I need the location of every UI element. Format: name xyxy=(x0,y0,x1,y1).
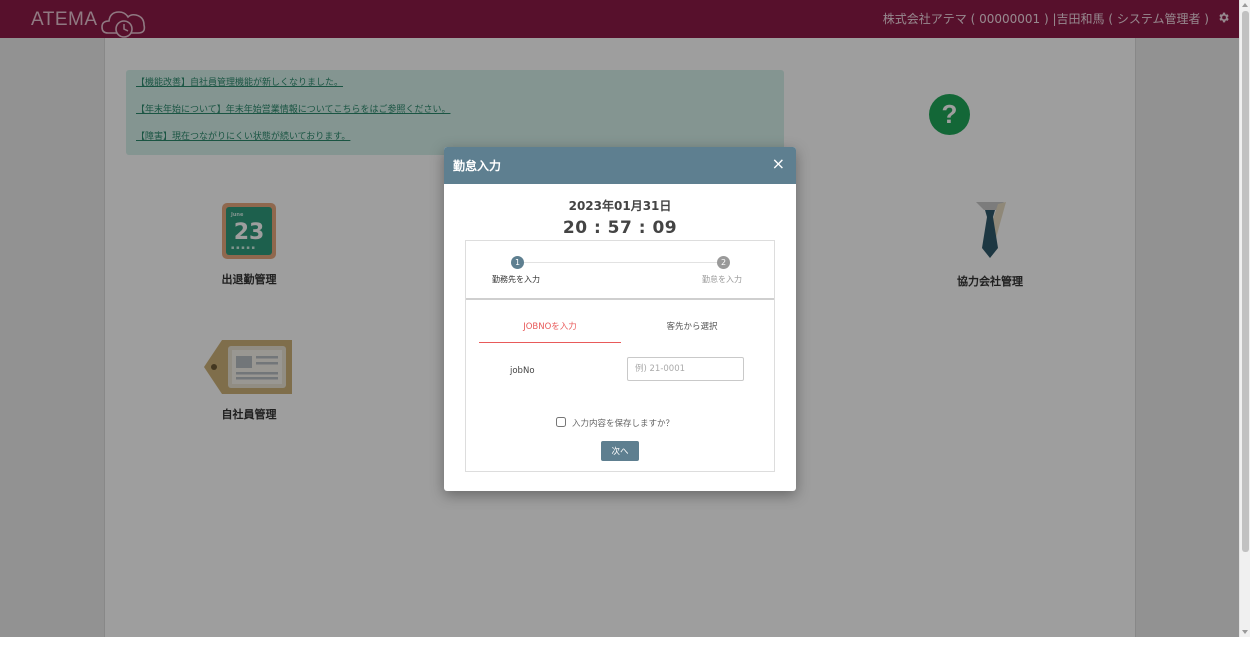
next-button[interactable]: 次へ xyxy=(601,441,639,461)
current-date: 2023年01月31日 xyxy=(568,199,672,213)
input-card: 1 2 勤務先を入力 勤怠を入力 JOBNOを入力 客先から選択 jobNo 入… xyxy=(465,240,775,472)
stepper-line xyxy=(524,262,720,263)
scroll-up-arrow-icon[interactable] xyxy=(1242,3,1248,7)
step-1-number: 1 xyxy=(511,256,524,269)
jobno-label: jobNo xyxy=(510,366,535,376)
current-time: 20 : 57 : 09 xyxy=(562,218,678,238)
tab-client-select[interactable]: 客先から選択 xyxy=(621,320,763,342)
modal-title: 勤怠入力 xyxy=(453,159,502,173)
divider xyxy=(466,298,774,300)
save-checkbox[interactable] xyxy=(556,417,566,427)
attendance-modal: 勤怠入力 × 2023年01月31日 20 : 57 : 09 1 2 勤務先を… xyxy=(444,147,796,491)
tab-jobno[interactable]: JOBNOを入力 xyxy=(479,320,621,343)
step-2-label: 勤怠を入力 xyxy=(702,275,742,284)
step-2-number: 2 xyxy=(717,256,730,269)
save-checkbox-row[interactable]: 入力内容を保存しますか？ xyxy=(556,417,674,429)
scrollbar[interactable] xyxy=(1239,0,1250,637)
modal-header: 勤怠入力 × xyxy=(444,147,796,184)
close-icon[interactable]: × xyxy=(772,155,785,173)
scroll-down-arrow-icon[interactable] xyxy=(1242,630,1248,634)
save-label: 入力内容を保存しますか？ xyxy=(572,419,675,429)
step-1-label: 勤務先を入力 xyxy=(492,275,540,284)
jobno-input[interactable] xyxy=(627,357,744,381)
scrollbar-thumb[interactable] xyxy=(1242,11,1249,552)
